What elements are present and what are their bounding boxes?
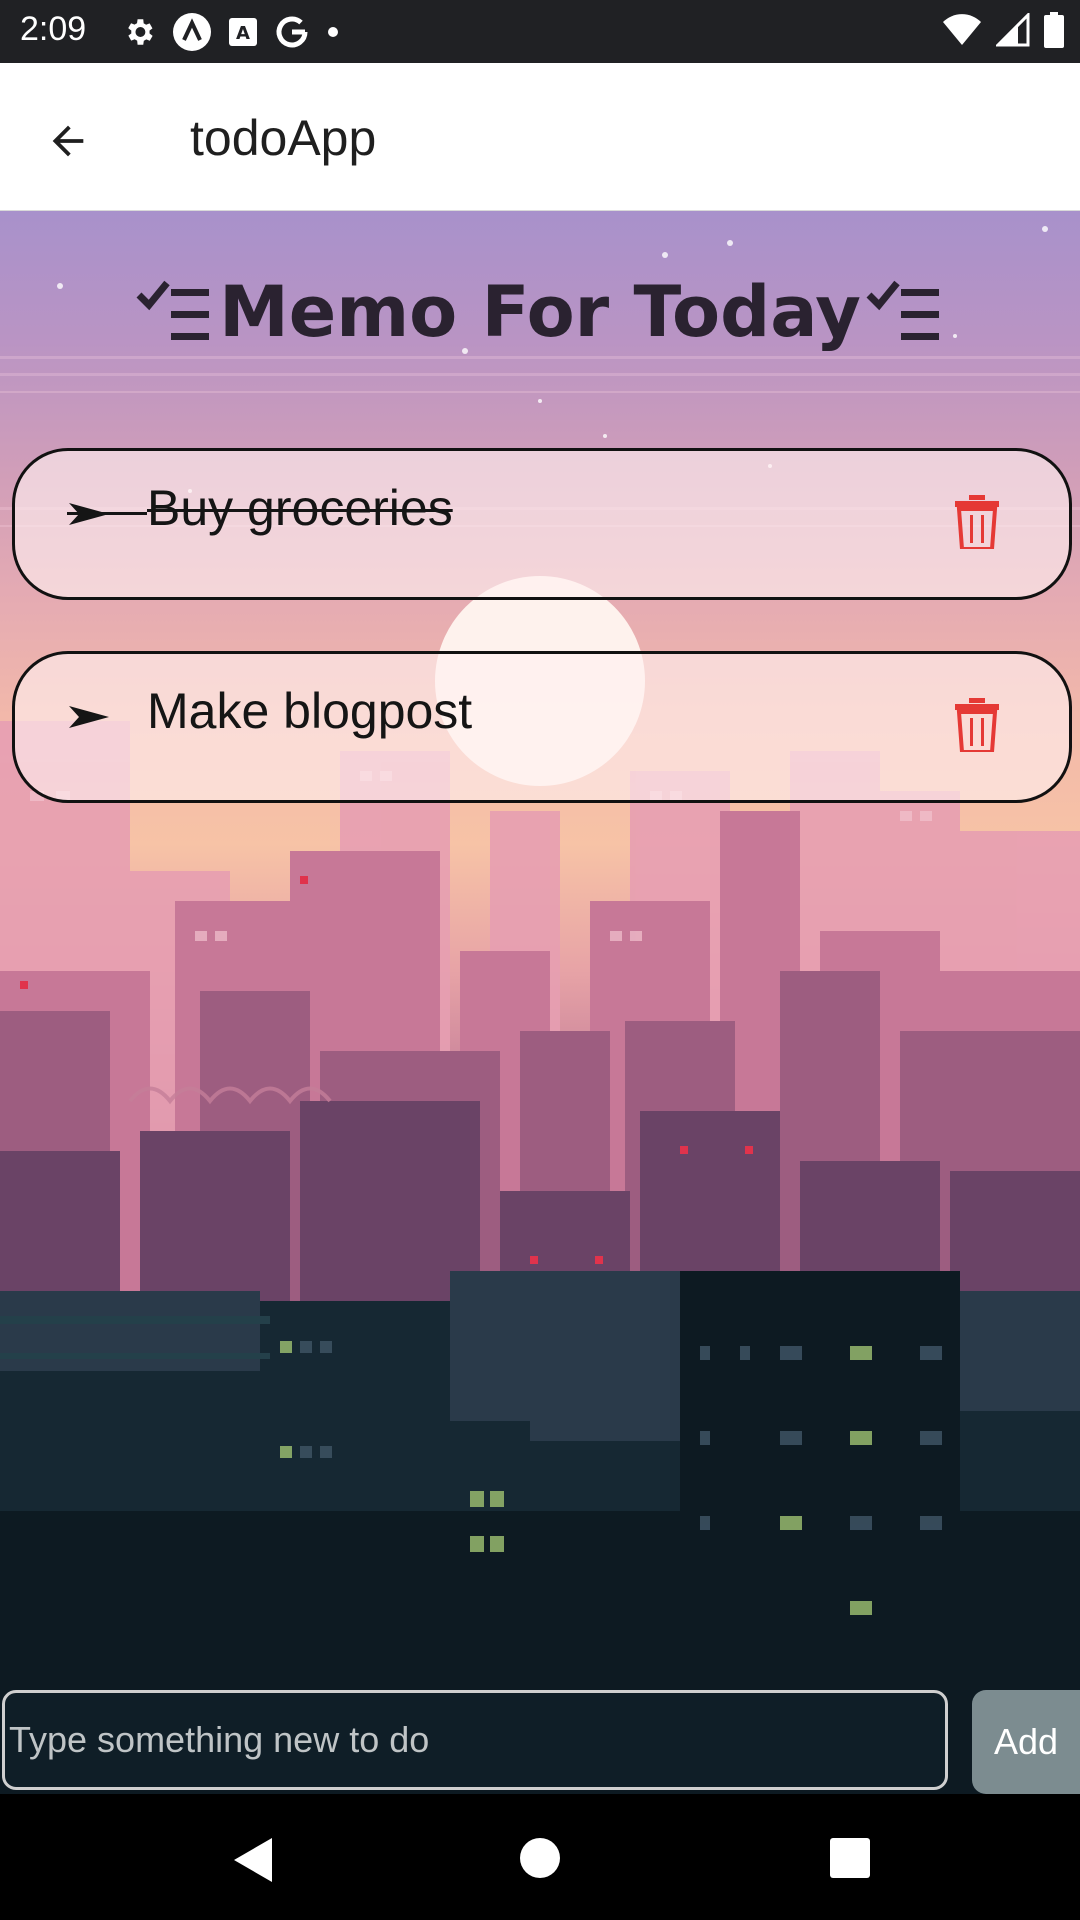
wifi-icon	[943, 14, 981, 45]
a-square-icon: A	[229, 18, 257, 46]
nav-back-icon[interactable]	[232, 1836, 274, 1884]
app-title: todoApp	[190, 110, 377, 166]
status-time: 2:09	[20, 10, 87, 48]
gear-icon	[128, 19, 153, 45]
heading-text: Memo For Today	[219, 271, 861, 353]
status-notification-icons: A	[122, 12, 340, 52]
back-button[interactable]	[30, 103, 106, 179]
arrow-left-icon	[52, 125, 84, 157]
status-bar: 2:09 A	[0, 0, 1080, 63]
todo-item[interactable]: Make blogpost	[12, 651, 1072, 803]
nav-home-icon[interactable]	[520, 1838, 560, 1878]
battery-icon	[1044, 12, 1064, 48]
svg-text:A: A	[236, 23, 250, 44]
checklist-icon	[865, 277, 945, 347]
nav-recents-icon[interactable]	[830, 1838, 870, 1878]
arrow-bullet-icon	[69, 706, 109, 728]
add-button[interactable]: Add	[972, 1690, 1080, 1794]
todo-item[interactable]: Buy groceries	[12, 448, 1072, 600]
status-system-icons	[942, 12, 1064, 48]
new-todo-input[interactable]	[2, 1690, 948, 1790]
page-heading: Memo For Today	[0, 271, 1080, 353]
checklist-icon	[135, 277, 215, 347]
trash-icon[interactable]	[955, 698, 999, 752]
todo-text[interactable]: Buy groceries	[147, 479, 453, 537]
strike-through-line	[67, 512, 147, 515]
dot-icon	[328, 27, 338, 37]
trash-icon[interactable]	[955, 495, 999, 549]
google-g-icon	[276, 16, 308, 48]
system-nav-bar	[0, 1794, 1080, 1920]
todo-text[interactable]: Make blogpost	[147, 682, 472, 740]
signal-icon	[996, 13, 1030, 47]
a-badge-icon	[173, 13, 211, 51]
app-bar: todoApp	[0, 63, 1080, 212]
main-content: Memo For Today Buy groceries Make blogpo…	[0, 211, 1080, 1794]
